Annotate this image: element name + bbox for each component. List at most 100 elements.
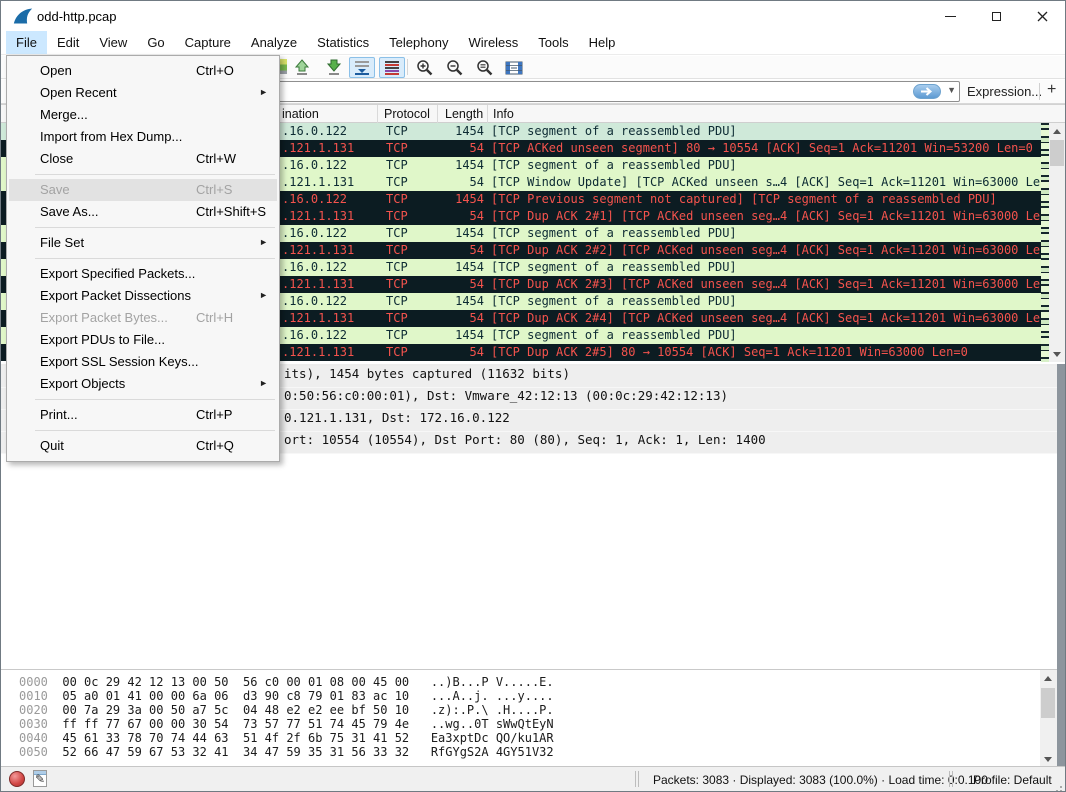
window-right-gutter (1057, 364, 1065, 767)
menu-view[interactable]: View (89, 31, 137, 54)
menu-file[interactable]: File (6, 31, 47, 54)
intelligent-scrollbar-minimap[interactable] (1041, 123, 1049, 362)
menu-separator (35, 399, 275, 400)
menu-item-label: Open Recent (40, 85, 117, 100)
resize-columns-icon[interactable] (501, 57, 527, 78)
packet-cell: [TCP segment of a reassembled PDU] (491, 328, 737, 342)
menu-item-file-set[interactable]: File Set► (9, 232, 277, 254)
expression-button[interactable]: Expression... (967, 84, 1042, 99)
hex-row[interactable]: 0010 05 a0 01 41 00 00 6a 06 d3 90 c8 79… (1, 689, 1057, 703)
auto-scroll-icon[interactable] (349, 57, 375, 78)
menu-help[interactable]: Help (579, 31, 626, 54)
menu-item-save: SaveCtrl+S (9, 179, 277, 201)
capture-statistics: Packets: 3083 · Displayed: 3083 (100.0%)… (653, 773, 988, 787)
hex-offset: 0030 (19, 717, 48, 731)
hex-offset: 0020 (19, 703, 48, 717)
packet-cell: [TCP Dup ACK 2#5] 80 → 10554 [ACK] Seq=1… (491, 345, 968, 359)
column-header-info[interactable]: Info (493, 107, 514, 121)
add-filter-button[interactable]: + (1047, 81, 1056, 99)
menu-item-open[interactable]: OpenCtrl+O (9, 60, 277, 82)
zoom-reset-icon[interactable] (471, 57, 497, 78)
menu-analyze[interactable]: Analyze (241, 31, 307, 54)
packet-list-scrollbar[interactable] (1049, 123, 1065, 362)
menu-edit[interactable]: Edit (47, 31, 89, 54)
hex-ascii: ..wg..0T sWwQtEyN (431, 717, 554, 731)
packet-cell: [TCP Dup ACK 2#3] [TCP ACKed unseen seg…… (491, 277, 1062, 291)
hex-row[interactable]: 0030 ff ff 77 67 00 00 30 54 73 57 77 51… (1, 717, 1057, 731)
menu-item-export-specified-packets[interactable]: Export Specified Packets... (9, 263, 277, 285)
menu-item-shortcut: Ctrl+O (196, 63, 234, 78)
packet-cell: [TCP Dup ACK 2#2] [TCP ACKed unseen seg…… (491, 243, 1062, 257)
menu-item-merge[interactable]: Merge... (9, 104, 277, 126)
menu-bar: FileEditViewGoCaptureAnalyzeStatisticsTe… (1, 31, 1065, 55)
hex-ascii: ...A..j. ...y.... (431, 689, 554, 703)
menu-item-print[interactable]: Print...Ctrl+P (9, 404, 277, 426)
submenu-arrow-icon: ► (259, 378, 268, 388)
hex-bytes: ff ff 77 67 00 00 30 54 73 57 77 51 74 4… (48, 717, 431, 731)
hex-row[interactable]: 0020 00 7a 29 3a 00 50 a7 5c 04 48 e2 e2… (1, 703, 1057, 717)
apply-arrow-icon (920, 87, 934, 96)
zoom-in-icon[interactable] (411, 57, 437, 78)
packet-cell: 1454 (438, 226, 484, 240)
menu-item-import-from-hex-dump[interactable]: Import from Hex Dump... (9, 126, 277, 148)
maximize-button[interactable] (973, 1, 1019, 31)
column-header-protocol[interactable]: Protocol (384, 107, 430, 121)
hex-row[interactable]: 0050 52 66 47 59 67 53 32 41 34 47 59 35… (1, 745, 1057, 759)
menu-item-export-packet-dissections[interactable]: Export Packet Dissections► (9, 285, 277, 307)
hex-pane-scrollbar[interactable] (1040, 670, 1057, 767)
menu-item-shortcut: Ctrl+W (196, 151, 236, 166)
hex-bytes: 00 0c 29 42 12 13 00 50 56 c0 00 01 08 0… (48, 675, 431, 689)
minimize-button[interactable] (927, 1, 973, 31)
packet-cell: .16.0.122 (282, 328, 347, 342)
menu-statistics[interactable]: Statistics (307, 31, 379, 54)
profile-label[interactable]: Profile: Default (973, 773, 1052, 787)
packet-cell: [TCP segment of a reassembled PDU] (491, 158, 737, 172)
packet-cell: [TCP Window Update] [TCP ACKed unseen s…… (491, 175, 1062, 189)
hex-scroll-down-icon[interactable] (1040, 751, 1056, 767)
status-separator (949, 771, 950, 787)
scroll-up-icon[interactable] (1049, 123, 1065, 139)
apply-filter-button[interactable] (913, 84, 941, 99)
hex-scroll-up-icon[interactable] (1040, 670, 1056, 686)
menu-item-open-recent[interactable]: Open Recent► (9, 82, 277, 104)
column-header-ination[interactable]: ination (282, 107, 319, 121)
resize-grip[interactable] (1060, 786, 1062, 788)
packet-list-scroll-thumb[interactable] (1050, 140, 1064, 166)
packet-cell: .121.1.131 (282, 209, 354, 223)
hex-row[interactable]: 0000 00 0c 29 42 12 13 00 50 56 c0 00 01… (1, 675, 1057, 689)
menu-go[interactable]: Go (137, 31, 174, 54)
menu-tools[interactable]: Tools (528, 31, 578, 54)
menu-item-label: Close (40, 151, 73, 166)
menu-item-save-as[interactable]: Save As...Ctrl+Shift+S (9, 201, 277, 223)
packet-cell: 54 (438, 277, 484, 291)
go-first-packet-icon[interactable] (289, 57, 315, 78)
hex-row[interactable]: 0040 45 61 33 78 70 74 44 63 51 4f 2f 6b… (1, 731, 1057, 745)
hex-offset: 0000 (19, 675, 48, 689)
filter-dropdown-caret-icon[interactable]: ▼ (947, 85, 956, 95)
menu-item-export-ssl-session-keys[interactable]: Export SSL Session Keys... (9, 351, 277, 373)
menu-telephony[interactable]: Telephony (379, 31, 458, 54)
menu-item-label: Export PDUs to File... (40, 332, 165, 347)
zoom-out-icon[interactable] (441, 57, 467, 78)
hex-scroll-thumb[interactable] (1041, 688, 1055, 718)
expert-info-icon[interactable] (9, 771, 25, 787)
menu-wireless[interactable]: Wireless (458, 31, 528, 54)
menu-item-export-pdus-to-file[interactable]: Export PDUs to File... (9, 329, 277, 351)
minimize-icon (945, 16, 956, 17)
menu-capture[interactable]: Capture (175, 31, 241, 54)
go-last-packet-icon[interactable] (321, 57, 347, 78)
packet-cell: .121.1.131 (282, 277, 354, 291)
menu-item-close[interactable]: Close Ctrl+W (9, 148, 277, 170)
menu-item-export-objects[interactable]: Export Objects► (9, 373, 277, 395)
close-button[interactable] (1019, 1, 1065, 31)
colorize-icon[interactable] (379, 57, 405, 78)
packet-cell: [TCP Dup ACK 2#4] [TCP ACKed unseen seg…… (491, 311, 1062, 325)
menu-separator (35, 174, 275, 175)
toolbar-separator (407, 59, 408, 75)
column-header-length[interactable]: Length (445, 107, 483, 121)
capture-comment-icon[interactable]: ✎ (33, 770, 47, 787)
scroll-down-icon[interactable] (1049, 346, 1065, 362)
packet-cell: 54 (438, 209, 484, 223)
menu-item-quit[interactable]: QuitCtrl+Q (9, 435, 277, 457)
packet-cell: 54 (438, 175, 484, 189)
